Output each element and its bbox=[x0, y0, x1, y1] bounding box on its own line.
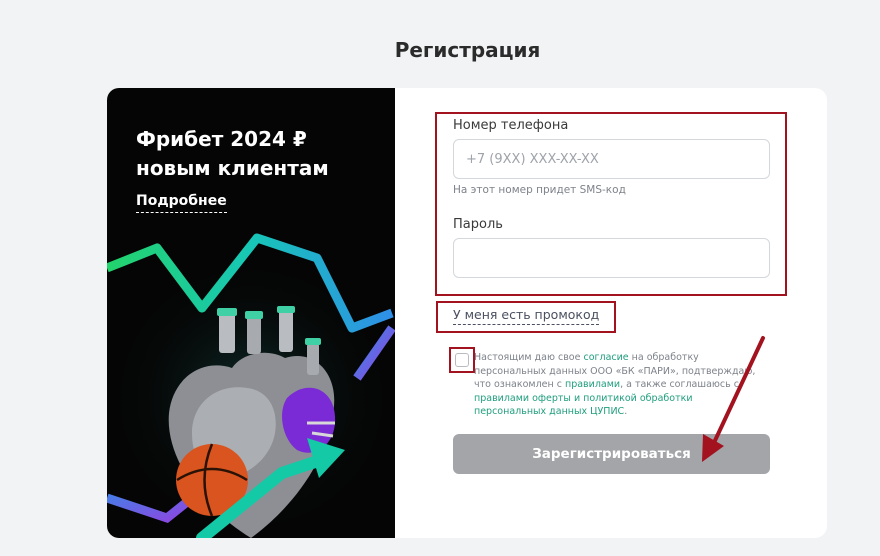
page-title: Регистрация bbox=[394, 38, 541, 62]
promo-illustration bbox=[107, 233, 395, 538]
promo-more-link[interactable]: Подробнее bbox=[136, 193, 227, 213]
consent-text-part: Настоящим даю свое bbox=[474, 352, 584, 363]
consent-text: Настоящим даю свое согласие на обработку… bbox=[474, 351, 764, 419]
register-button[interactable]: Зарегистрироваться bbox=[453, 434, 770, 474]
consent-agreement-link[interactable]: согласие bbox=[583, 352, 628, 363]
consent-text-part: . bbox=[624, 406, 628, 418]
promo-code-link[interactable]: У меня есть промокод bbox=[453, 307, 600, 325]
consent-checkbox[interactable] bbox=[455, 353, 469, 367]
consent-text-part: , а также соглашаюсь с bbox=[620, 379, 739, 391]
phone-label: Номер телефона bbox=[453, 118, 569, 133]
registration-form: Номер телефона На этот номер придет SMS-… bbox=[395, 88, 827, 538]
phone-input[interactable] bbox=[453, 139, 770, 179]
promo-title: Фрибет 2024 ₽ новым клиентам bbox=[136, 127, 329, 180]
rules-link[interactable]: правилами bbox=[565, 379, 620, 390]
password-label: Пароль bbox=[453, 217, 503, 232]
offer-policy-link[interactable]: правилами оферты и политикой обработки п… bbox=[474, 393, 693, 418]
phone-hint: На этот номер придет SMS-код bbox=[453, 184, 626, 196]
registration-card: Фрибет 2024 ₽ новым клиентам Подробнее Н… bbox=[107, 88, 827, 538]
promo-banner: Фрибет 2024 ₽ новым клиентам Подробнее bbox=[107, 88, 395, 538]
password-input[interactable] bbox=[453, 238, 770, 278]
